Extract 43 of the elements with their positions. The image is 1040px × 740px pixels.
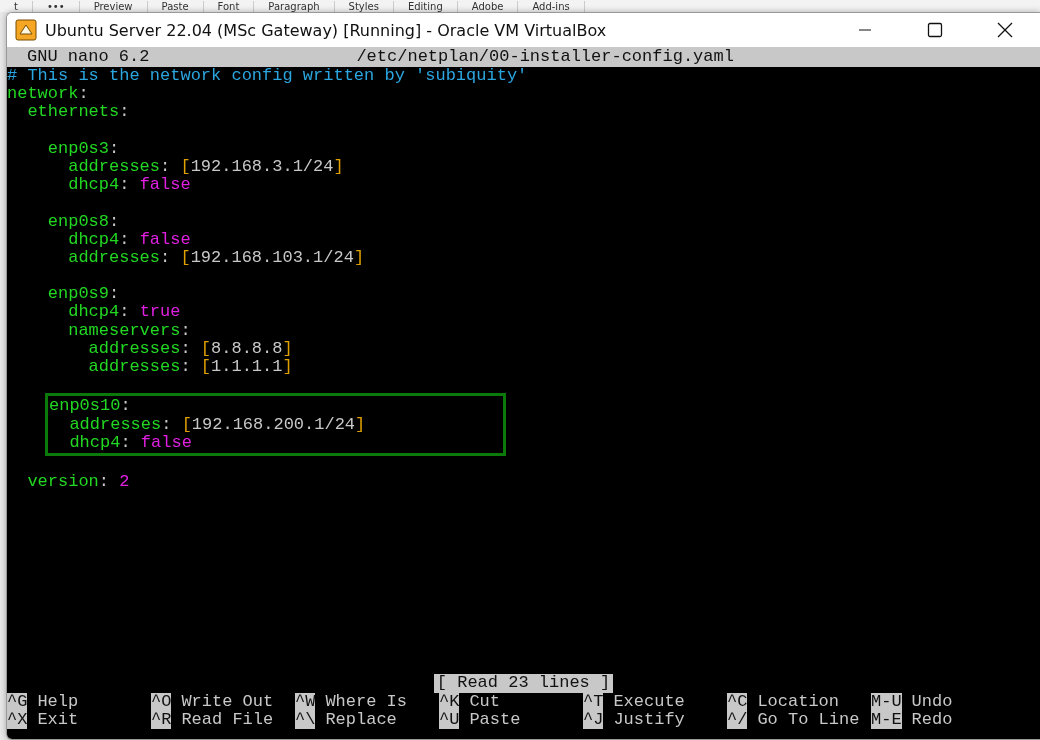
- shortcut-label: Justify: [613, 710, 685, 729]
- maximize-icon: [927, 22, 943, 38]
- shortcut-label: Read File: [181, 710, 274, 729]
- status-message: [ Read 23 lines ]: [433, 674, 614, 693]
- shortcut-key: ^C: [727, 692, 748, 711]
- code-line: dhcp4: false: [68, 433, 193, 452]
- shortcut-label: Paste: [469, 710, 521, 729]
- shortcut-label: Go To Line: [757, 710, 860, 729]
- editor-version: GNU nano 6.2: [27, 47, 150, 67]
- code-line: addresses: [192.168.200.1/24]: [68, 415, 367, 434]
- shortcut-label: Write Out: [181, 692, 274, 711]
- code-line: addresses: [192.168.103.1/24]: [67, 248, 366, 268]
- code-line: enp0s9:: [46, 285, 121, 304]
- shortcut-label: Execute: [613, 692, 685, 711]
- shortcut-label: Replace: [325, 710, 397, 729]
- code-line: dhcp4: false: [67, 230, 192, 249]
- shortcut-key: M-U: [871, 692, 902, 711]
- code-line: dhcp4: false: [67, 176, 192, 195]
- shortcut-label: Exit: [37, 710, 79, 729]
- shortcut-label: Location: [757, 692, 840, 711]
- shortcut-label: Undo: [911, 692, 953, 711]
- shortcut-key: ^O: [151, 692, 172, 711]
- code-line: enp0s8:: [46, 212, 121, 231]
- shortcut-label: Help: [37, 692, 79, 711]
- code-line: enp0s10:: [49, 397, 132, 416]
- code-line: addresses: [192.168.3.1/24]: [67, 157, 345, 177]
- close-icon: [997, 22, 1013, 38]
- code-line: addresses: [8.8.8.8]: [87, 339, 294, 358]
- window-title: Ubuntu Server 22.04 (MSc Gateway) [Running] - Oracle VM VirtualBox: [45, 20, 608, 40]
- code-line: version: 2: [26, 473, 131, 492]
- code-line: dhcp4: true: [67, 303, 182, 322]
- shortcut-label: Cut: [469, 692, 500, 711]
- file-path: /etc/netplan/00-installer-config.yaml: [356, 47, 734, 67]
- cube-logo-icon: [15, 19, 37, 41]
- code-line: # This is the network config written by 'subiquity': [7, 67, 529, 86]
- code-line: network:: [7, 85, 90, 104]
- shortcut-label: Where Is: [325, 692, 408, 711]
- shortcut-label: Redo: [911, 710, 953, 729]
- code-line: addresses: [1.1.1.1]: [87, 358, 294, 377]
- code-line: enp0s3:: [46, 139, 121, 158]
- shortcut-key: ^G: [7, 692, 28, 711]
- code-line: nameservers:: [67, 321, 192, 340]
- code-line: ethernets:: [26, 103, 131, 122]
